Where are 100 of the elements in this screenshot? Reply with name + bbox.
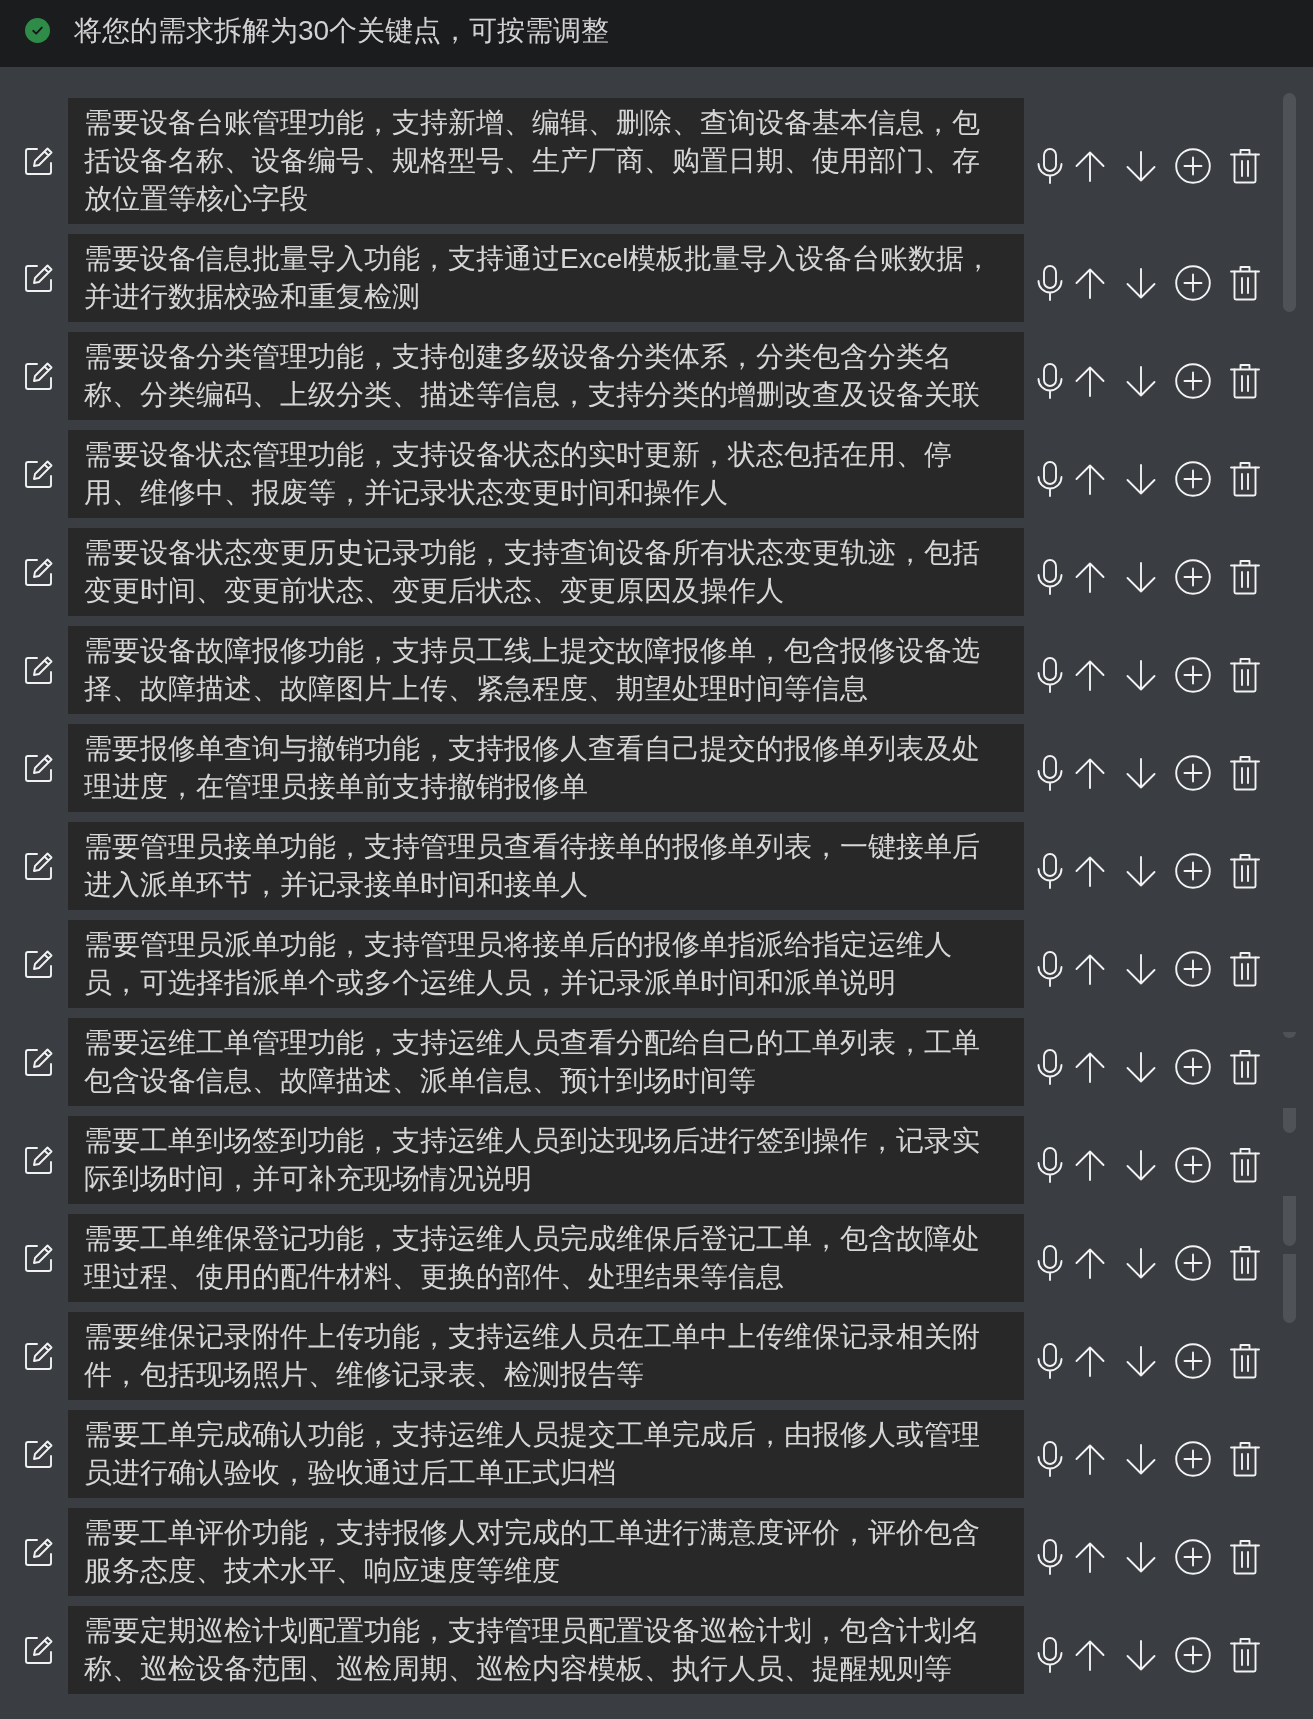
trash-icon[interactable] (1230, 148, 1260, 184)
arrow-down-icon[interactable] (1126, 463, 1156, 495)
microphone-icon[interactable] (1037, 1147, 1063, 1183)
arrow-up-icon[interactable] (1075, 1639, 1105, 1671)
edit-icon[interactable] (23, 1536, 54, 1568)
plus-circle-icon[interactable] (1175, 1049, 1211, 1085)
plus-circle-icon[interactable] (1175, 853, 1211, 889)
requirement-text: 需要设备状态管理功能，支持设备状态的实时更新，状态包括在用、停用、维修中、报废等，并记录状态变更时间和操作人 (84, 438, 953, 510)
trash-icon[interactable] (1230, 951, 1260, 987)
arrow-down-icon[interactable] (1126, 150, 1156, 182)
plus-circle-icon[interactable] (1175, 1539, 1211, 1575)
arrow-up-icon[interactable] (1075, 365, 1105, 397)
trash-icon[interactable] (1230, 1343, 1260, 1379)
microphone-icon[interactable] (1037, 1539, 1063, 1575)
edit-icon[interactable] (23, 1340, 54, 1372)
arrow-up-icon[interactable] (1075, 561, 1105, 593)
edit-icon[interactable] (23, 948, 54, 980)
plus-circle-icon[interactable] (1175, 559, 1211, 595)
edit-icon[interactable] (23, 1144, 54, 1176)
arrow-up-icon[interactable] (1075, 855, 1105, 887)
microphone-icon[interactable] (1037, 265, 1063, 301)
plus-circle-icon[interactable] (1175, 1637, 1211, 1673)
edit-icon[interactable] (23, 360, 54, 392)
microphone-icon[interactable] (1037, 853, 1063, 889)
edit-icon[interactable] (23, 1046, 54, 1078)
trash-icon[interactable] (1230, 1539, 1260, 1575)
microphone-icon[interactable] (1037, 1245, 1063, 1281)
arrow-up-icon[interactable] (1075, 150, 1105, 182)
arrow-up-icon[interactable] (1075, 1247, 1105, 1279)
microphone-icon[interactable] (1037, 755, 1063, 791)
microphone-icon[interactable] (1037, 461, 1063, 497)
edit-icon[interactable] (23, 262, 54, 294)
trash-icon[interactable] (1230, 461, 1260, 497)
arrow-up-icon[interactable] (1075, 1149, 1105, 1181)
trash-icon[interactable] (1230, 1637, 1260, 1673)
arrow-down-icon[interactable] (1126, 365, 1156, 397)
header-title: 将您的需求拆解为30个关键点，可按需调整 (74, 13, 610, 48)
microphone-icon[interactable] (1037, 1049, 1063, 1085)
arrow-up-icon[interactable] (1075, 757, 1105, 789)
plus-circle-icon[interactable] (1175, 1441, 1211, 1477)
arrow-down-icon[interactable] (1126, 1639, 1156, 1671)
arrow-down-icon[interactable] (1126, 855, 1156, 887)
edit-icon[interactable] (23, 1634, 54, 1666)
plus-circle-icon[interactable] (1175, 148, 1211, 184)
arrow-up-icon[interactable] (1075, 267, 1105, 299)
arrow-down-icon[interactable] (1126, 1149, 1156, 1181)
trash-icon[interactable] (1230, 657, 1260, 693)
edit-icon[interactable] (23, 850, 54, 882)
trash-icon[interactable] (1230, 559, 1260, 595)
edit-icon[interactable] (23, 458, 54, 490)
microphone-icon[interactable] (1037, 951, 1063, 987)
trash-icon[interactable] (1230, 853, 1260, 889)
arrow-down-icon[interactable] (1126, 1345, 1156, 1377)
plus-circle-icon[interactable] (1175, 461, 1211, 497)
microphone-icon[interactable] (1037, 363, 1063, 399)
arrow-down-icon[interactable] (1126, 757, 1156, 789)
trash-icon[interactable] (1230, 755, 1260, 791)
plus-circle-icon[interactable] (1175, 951, 1211, 987)
edit-icon[interactable] (23, 1242, 54, 1274)
edit-icon[interactable] (23, 556, 54, 588)
edit-icon[interactable] (23, 654, 54, 686)
microphone-icon[interactable] (1037, 1637, 1063, 1673)
arrow-down-icon[interactable] (1126, 1443, 1156, 1475)
edit-icon[interactable] (23, 752, 54, 784)
arrow-up-icon[interactable] (1075, 953, 1105, 985)
trash-icon[interactable] (1230, 1245, 1260, 1281)
arrow-up-icon[interactable] (1075, 659, 1105, 691)
arrow-down-icon[interactable] (1126, 659, 1156, 691)
plus-circle-icon[interactable] (1175, 755, 1211, 791)
arrow-down-icon[interactable] (1126, 1541, 1156, 1573)
trash-icon[interactable] (1230, 1441, 1260, 1477)
plus-circle-icon[interactable] (1175, 657, 1211, 693)
arrow-down-icon[interactable] (1126, 561, 1156, 593)
edit-icon[interactable] (23, 1438, 54, 1470)
arrow-down-icon[interactable] (1126, 267, 1156, 299)
requirement-text: 需要设备信息批量导入功能，支持通过Excel模板批量导入设备台账数据，并进行数据校验和重复检测 (84, 242, 994, 314)
microphone-icon[interactable] (1037, 1343, 1063, 1379)
arrow-up-icon[interactable] (1075, 1443, 1105, 1475)
plus-circle-icon[interactable] (1175, 363, 1211, 399)
requirement-text: 需要定期巡检计划配置功能，支持管理员配置设备巡检计划，包含计划名称、巡检设备范围、巡检周期、巡检内容模板、执行人员、提醒规则等 (84, 1614, 981, 1686)
trash-icon[interactable] (1230, 265, 1260, 301)
microphone-icon[interactable] (1037, 1441, 1063, 1477)
microphone-icon[interactable] (1037, 148, 1063, 184)
edit-icon[interactable] (23, 145, 54, 177)
arrow-down-icon[interactable] (1126, 1247, 1156, 1279)
microphone-icon[interactable] (1037, 657, 1063, 693)
plus-circle-icon[interactable] (1175, 265, 1211, 301)
microphone-icon[interactable] (1037, 559, 1063, 595)
plus-circle-icon[interactable] (1175, 1343, 1211, 1379)
trash-icon[interactable] (1230, 1049, 1260, 1085)
arrow-up-icon[interactable] (1075, 463, 1105, 495)
arrow-up-icon[interactable] (1075, 1051, 1105, 1083)
trash-icon[interactable] (1230, 1147, 1260, 1183)
arrow-up-icon[interactable] (1075, 1541, 1105, 1573)
arrow-down-icon[interactable] (1126, 953, 1156, 985)
plus-circle-icon[interactable] (1175, 1147, 1211, 1183)
trash-icon[interactable] (1230, 363, 1260, 399)
arrow-up-icon[interactable] (1075, 1345, 1105, 1377)
arrow-down-icon[interactable] (1126, 1051, 1156, 1083)
plus-circle-icon[interactable] (1175, 1245, 1211, 1281)
